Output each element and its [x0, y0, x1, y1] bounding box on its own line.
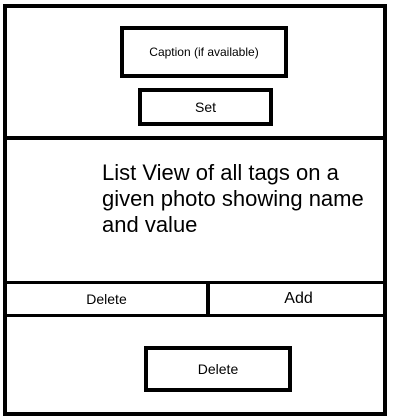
tag-list-view[interactable]: List View of all tags on a given photo s… [102, 160, 372, 238]
section-divider [7, 136, 387, 140]
delete-photo-label: Delete [197, 361, 239, 377]
set-caption-button[interactable]: Set [138, 88, 273, 126]
add-tag-button[interactable]: Add [210, 284, 387, 314]
tag-actions-bar: Delete Add [7, 284, 387, 314]
delete-tag-label: Delete [86, 291, 127, 307]
delete-tag-button[interactable]: Delete [7, 284, 206, 314]
caption-field[interactable]: Caption (if available) [120, 26, 288, 78]
screen-frame: Caption (if available) Set List View of … [3, 4, 387, 416]
tag-list-placeholder: List View of all tags on a given photo s… [102, 160, 364, 237]
set-button-label: Set [194, 99, 216, 115]
add-tag-label: Add [284, 290, 313, 307]
delete-photo-button[interactable]: Delete [144, 346, 292, 392]
section-divider [7, 314, 387, 317]
caption-label: Caption (if available) [149, 45, 259, 59]
